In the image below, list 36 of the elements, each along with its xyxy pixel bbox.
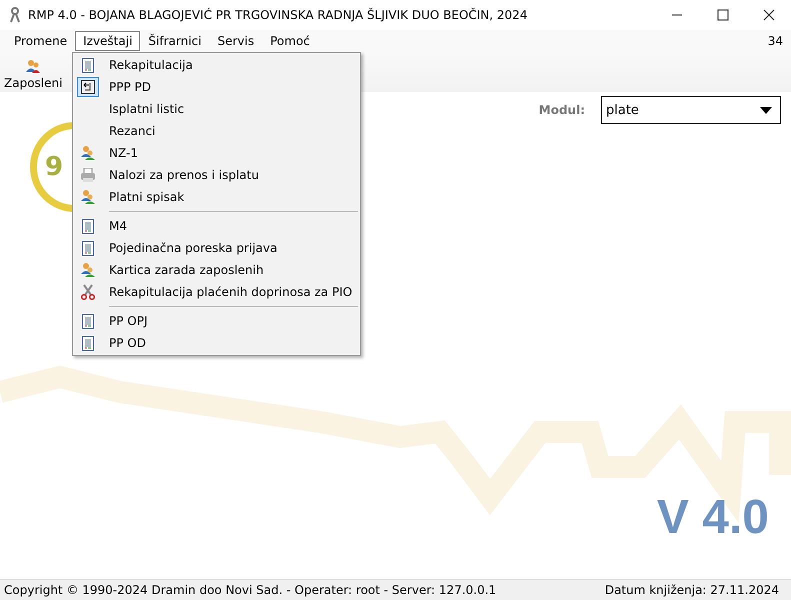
menu-item[interactable]: Promene [6, 31, 76, 51]
menu-entry[interactable]: M4 [73, 215, 360, 237]
module-dropdown[interactable]: plate [601, 96, 781, 124]
menu-item[interactable]: Šifrarnici [140, 31, 210, 51]
menu-entry[interactable]: Kartica zarada zaposlenih [73, 259, 360, 281]
people-icon [80, 189, 96, 205]
maximize-icon[interactable] [717, 9, 729, 21]
people-icon [80, 145, 96, 161]
counter-text: 34 [768, 34, 783, 48]
menu-entry[interactable]: Rekapitulacija plaćenih doprinosa za PIO [73, 281, 360, 303]
toolbar-button[interactable]: Zaposleni [2, 58, 64, 90]
version-text: V 4.0 [656, 490, 769, 545]
printer-icon [80, 168, 96, 182]
menu-entry[interactable]: PP OD [73, 332, 360, 354]
menu-item[interactable]: Izveštaji [75, 31, 140, 51]
dropdown-arrow-icon [760, 106, 772, 114]
report-icon [82, 58, 94, 72]
close-icon[interactable] [763, 9, 775, 21]
menu-entry[interactable]: Isplatni listic [73, 98, 360, 120]
module-label: Modul: [538, 103, 585, 117]
report-icon [82, 336, 94, 350]
people-icon [80, 262, 96, 278]
status-date: Datum knjiženja: 27.11.2024 [604, 583, 779, 597]
report-icon [82, 314, 94, 328]
menu-item[interactable]: Servis [209, 31, 262, 51]
report-icon [82, 240, 94, 256]
window-title: RMP 4.0 - BOJANA BLAGOJEVIĆ PR TRGOVINSKA RADNJA ŠLJIVIK DUO BEOČIN, 2024 [28, 8, 528, 22]
people-icon [25, 58, 42, 74]
menu-entry[interactable]: PP OPJ [73, 310, 360, 332]
menu-entry[interactable]: Rekapitulacija [73, 54, 360, 76]
scissors-icon [81, 284, 95, 300]
menu-item[interactable]: Pomoć [262, 31, 318, 51]
menu-entry[interactable]: PPP PD [73, 76, 360, 98]
menu-entry[interactable]: Pojedinačna poreska prijava [73, 237, 360, 259]
status-text: Copyright © 1990-2024 Dramin doo Novi Sad. - Operater: root - Server: 127.0.0.1 [4, 583, 496, 597]
report-icon [82, 218, 94, 234]
